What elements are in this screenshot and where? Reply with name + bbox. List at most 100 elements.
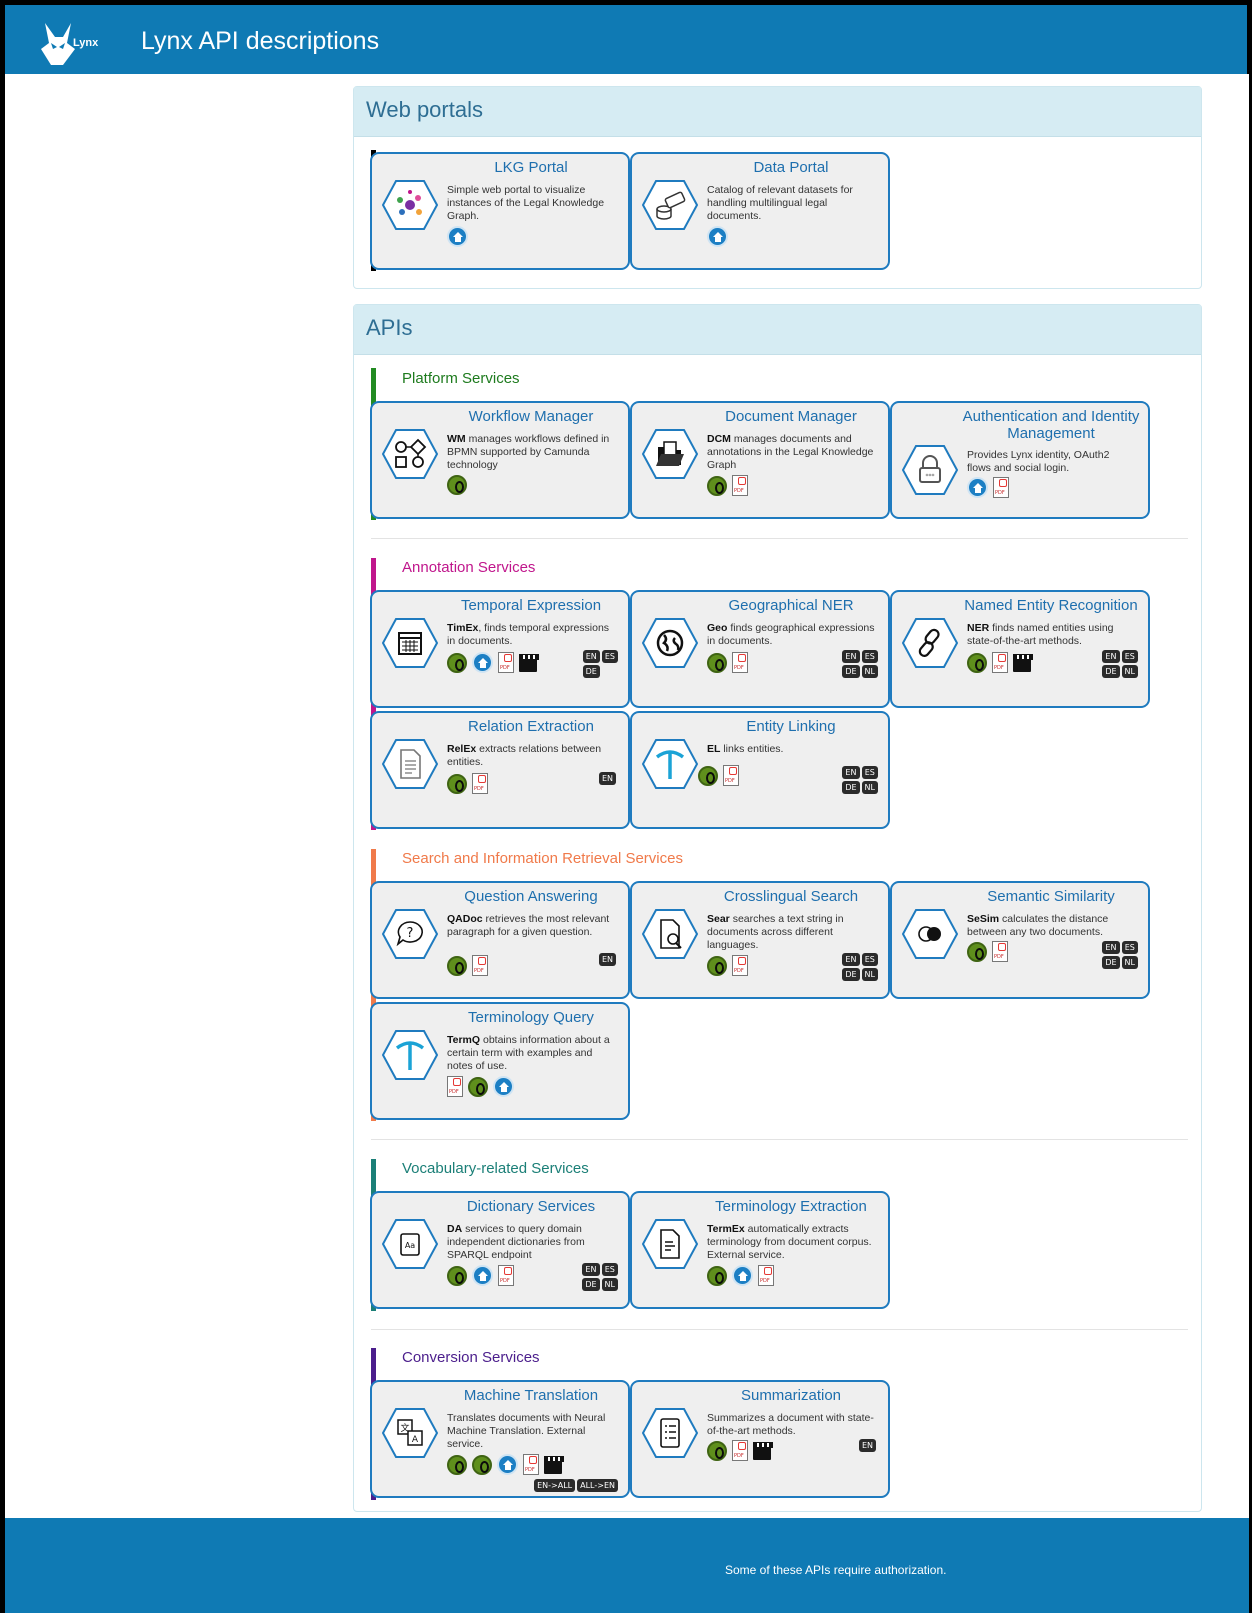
pdf-icon[interactable] bbox=[732, 652, 748, 673]
language-badges: EN ES DE NL bbox=[842, 650, 878, 678]
group-title-conversion: Conversion Services bbox=[402, 1349, 540, 1366]
pdf-icon[interactable] bbox=[758, 1265, 774, 1286]
pdf-icon[interactable] bbox=[498, 652, 514, 673]
video-icon[interactable] bbox=[753, 1441, 773, 1460]
video-icon[interactable] bbox=[544, 1455, 564, 1474]
home-icon[interactable] bbox=[493, 1076, 514, 1097]
api-card-authentication[interactable]: *** Authentication and Identity Manageme… bbox=[890, 401, 1150, 519]
swagger-icon[interactable] bbox=[707, 652, 727, 673]
card-title[interactable]: Relation Extraction bbox=[372, 713, 628, 735]
api-card-terminology-query[interactable]: Terminology Query TermQ obtains informat… bbox=[370, 1002, 630, 1120]
card-title[interactable]: Machine Translation bbox=[372, 1382, 628, 1404]
card-title[interactable]: Workflow Manager bbox=[372, 403, 628, 425]
portal-card-lkg[interactable]: LKG Portal Simple web portal to visualiz… bbox=[370, 152, 630, 270]
card-title[interactable]: Summarization bbox=[632, 1382, 888, 1404]
api-card-dictionary-services[interactable]: Aa Dictionary Services DA services to qu… bbox=[370, 1191, 630, 1309]
pdf-icon[interactable] bbox=[498, 1265, 514, 1286]
lang-badge: DE bbox=[1102, 665, 1120, 678]
api-card-crosslingual-search[interactable]: Crosslingual Search Sear searches a text… bbox=[630, 881, 890, 999]
group-divider bbox=[371, 1139, 1188, 1140]
swagger-icon[interactable] bbox=[707, 1265, 727, 1286]
globe-icon bbox=[642, 618, 698, 668]
video-icon[interactable] bbox=[1013, 653, 1033, 672]
database-tag-icon bbox=[642, 180, 698, 230]
home-icon[interactable] bbox=[472, 652, 493, 673]
swagger-icon[interactable] bbox=[447, 475, 467, 495]
pdf-icon[interactable] bbox=[992, 652, 1008, 673]
card-title[interactable]: Crosslingual Search bbox=[632, 883, 888, 905]
card-title[interactable]: Question Answering bbox=[372, 883, 628, 905]
api-card-machine-translation[interactable]: A 文 Machine Translation Translates docum… bbox=[370, 1380, 630, 1498]
home-icon[interactable] bbox=[967, 477, 988, 498]
api-card-document-manager[interactable]: Document Manager DCM manages documents a… bbox=[630, 401, 890, 519]
home-icon[interactable] bbox=[447, 226, 468, 247]
card-title[interactable]: LKG Portal bbox=[372, 154, 628, 176]
api-card-named-entity-recognition[interactable]: Named Entity Recognition NER finds named… bbox=[890, 590, 1150, 708]
api-card-question-answering[interactable]: ? Question Answering QADoc retrieves the… bbox=[370, 881, 630, 999]
home-icon[interactable] bbox=[497, 1454, 518, 1475]
swagger-icon[interactable] bbox=[707, 1440, 727, 1461]
card-title[interactable]: Entity Linking bbox=[632, 713, 888, 735]
lang-badge: DE bbox=[842, 781, 860, 794]
card-title[interactable]: Named Entity Recognition bbox=[892, 592, 1148, 614]
home-icon[interactable] bbox=[732, 1265, 753, 1286]
lang-badge: EN bbox=[598, 772, 616, 785]
swagger-icon[interactable] bbox=[447, 955, 467, 976]
swagger-icon[interactable] bbox=[967, 652, 987, 673]
card-title[interactable]: Semantic Similarity bbox=[892, 883, 1148, 905]
top-navbar: Lynx Lynx API descriptions bbox=[0, 0, 1252, 74]
api-card-terminology-extraction[interactable]: Terminology Extraction TermEx automatica… bbox=[630, 1191, 890, 1309]
api-card-temporal-expression[interactable]: Temporal Expression TimEx, finds tempora… bbox=[370, 590, 630, 708]
card-title[interactable]: Geographical NER bbox=[632, 592, 888, 614]
home-icon[interactable] bbox=[707, 226, 728, 247]
group-divider bbox=[371, 1329, 1188, 1330]
api-card-semantic-similarity[interactable]: Semantic Similarity SeSim calculates the… bbox=[890, 881, 1150, 999]
api-card-summarization[interactable]: Summarization Summarizes a document with… bbox=[630, 1380, 890, 1498]
api-card-entity-linking[interactable]: Entity Linking EL links entities. EN ES … bbox=[630, 711, 890, 829]
swagger-icon[interactable] bbox=[468, 1076, 488, 1097]
group-title-search: Search and Information Retrieval Service… bbox=[402, 850, 683, 867]
dictionary-icon: Aa bbox=[382, 1219, 438, 1269]
app-title[interactable]: Lynx API descriptions bbox=[141, 27, 379, 56]
swagger-icon[interactable] bbox=[447, 773, 467, 794]
card-title[interactable]: Terminology Extraction bbox=[632, 1193, 888, 1215]
card-description: Summarizes a document with state-of-the-… bbox=[707, 1412, 874, 1437]
card-title[interactable]: Authentication and Identity Management bbox=[892, 403, 1148, 442]
pdf-icon[interactable] bbox=[732, 955, 748, 976]
svg-text:?: ? bbox=[407, 926, 414, 941]
swagger-icon[interactable] bbox=[472, 1454, 492, 1475]
swagger-icon[interactable] bbox=[447, 1265, 467, 1286]
swagger-icon[interactable] bbox=[967, 941, 987, 962]
swagger-icon[interactable] bbox=[447, 652, 467, 673]
pdf-icon[interactable] bbox=[993, 477, 1009, 498]
pdf-icon[interactable] bbox=[732, 475, 748, 496]
group-divider bbox=[371, 538, 1188, 539]
group-title-platform: Platform Services bbox=[402, 370, 520, 387]
portal-card-data[interactable]: Data Portal Catalog of relevant datasets… bbox=[630, 152, 890, 270]
swagger-icon[interactable] bbox=[447, 1454, 467, 1475]
api-card-relation-extraction[interactable]: Relation Extraction RelEx extracts relat… bbox=[370, 711, 630, 829]
link-icon bbox=[902, 618, 958, 668]
card-title[interactable]: Terminology Query bbox=[372, 1004, 628, 1026]
pdf-icon[interactable] bbox=[447, 1076, 463, 1097]
language-badges: EN->ALL ALL->EN bbox=[534, 1479, 618, 1492]
swagger-icon[interactable] bbox=[707, 955, 727, 976]
pdf-icon[interactable] bbox=[992, 941, 1008, 962]
lang-badge: ALL->EN bbox=[577, 1479, 618, 1492]
pdf-icon[interactable] bbox=[523, 1454, 539, 1475]
language-badges: EN ES DE NL bbox=[1102, 941, 1138, 969]
card-title[interactable]: Document Manager bbox=[632, 403, 888, 425]
card-title[interactable]: Data Portal bbox=[632, 154, 888, 176]
pdf-icon[interactable] bbox=[723, 765, 739, 786]
api-card-geographical-ner[interactable]: Geographical NER Geo finds geographical … bbox=[630, 590, 890, 708]
swagger-icon[interactable] bbox=[707, 475, 727, 496]
home-icon[interactable] bbox=[472, 1265, 493, 1286]
api-card-workflow-manager[interactable]: Workflow Manager WM manages workflows de… bbox=[370, 401, 630, 519]
card-title[interactable]: Temporal Expression bbox=[372, 592, 628, 614]
pdf-icon[interactable] bbox=[732, 1440, 748, 1461]
swagger-icon[interactable] bbox=[698, 765, 718, 786]
pdf-icon[interactable] bbox=[472, 955, 488, 976]
card-title[interactable]: Dictionary Services bbox=[372, 1193, 628, 1215]
pdf-icon[interactable] bbox=[472, 773, 488, 794]
video-icon[interactable] bbox=[519, 653, 539, 672]
